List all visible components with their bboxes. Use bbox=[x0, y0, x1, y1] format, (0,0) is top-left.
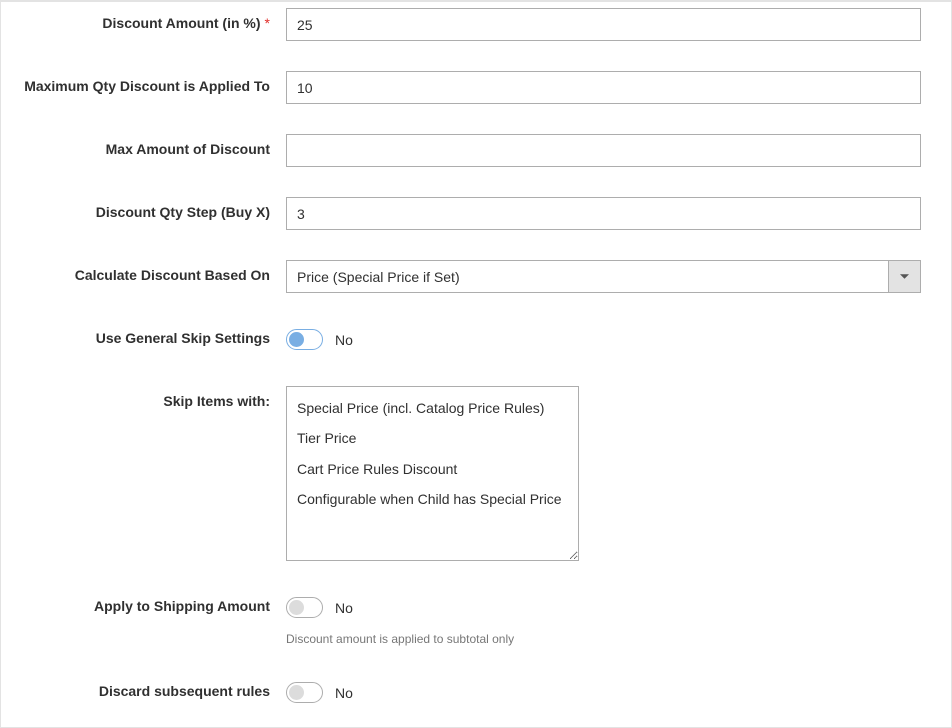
row-apply-shipping: Apply to Shipping Amount No Discount amo… bbox=[1, 591, 921, 646]
option-skip-item[interactable]: Tier Price bbox=[287, 423, 578, 453]
option-skip-item[interactable]: Configurable when Child has Special Pric… bbox=[287, 484, 578, 514]
option-skip-item[interactable]: Special Price (incl. Catalog Price Rules… bbox=[287, 393, 578, 423]
toggle-state-apply-shipping: No bbox=[335, 600, 353, 616]
label-skip-items: Skip Items with: bbox=[1, 386, 286, 409]
label-max-qty: Maximum Qty Discount is Applied To bbox=[1, 71, 286, 94]
label-calc-based-on: Calculate Discount Based On bbox=[1, 260, 286, 283]
row-max-qty: Maximum Qty Discount is Applied To bbox=[1, 71, 921, 104]
toggle-discard-subsequent[interactable] bbox=[286, 682, 323, 703]
label-qty-step: Discount Qty Step (Buy X) bbox=[1, 197, 286, 220]
row-skip-items: Skip Items with: Special Price (incl. Ca… bbox=[1, 386, 921, 561]
label-max-amount: Max Amount of Discount bbox=[1, 134, 286, 157]
toggle-use-general-skip[interactable] bbox=[286, 329, 323, 350]
row-use-general-skip: Use General Skip Settings No bbox=[1, 323, 921, 356]
input-discount-amount[interactable] bbox=[286, 8, 921, 41]
row-discard-subsequent: Discard subsequent rules No bbox=[1, 676, 921, 709]
toggle-knob bbox=[289, 685, 304, 700]
select-calc-based-on[interactable] bbox=[286, 260, 921, 293]
label-use-general-skip: Use General Skip Settings bbox=[1, 323, 286, 346]
toggle-apply-shipping[interactable] bbox=[286, 597, 323, 618]
row-max-amount: Max Amount of Discount bbox=[1, 134, 921, 167]
row-qty-step: Discount Qty Step (Buy X) bbox=[1, 197, 921, 230]
toggle-knob bbox=[289, 600, 304, 615]
toggle-state-discard-subsequent: No bbox=[335, 685, 353, 701]
input-qty-step[interactable] bbox=[286, 197, 921, 230]
label-discard-subsequent: Discard subsequent rules bbox=[1, 676, 286, 699]
toggle-state-use-general-skip: No bbox=[335, 332, 353, 348]
multiselect-skip-items[interactable]: Special Price (incl. Catalog Price Rules… bbox=[286, 386, 579, 561]
hint-apply-shipping: Discount amount is applied to subtotal o… bbox=[286, 632, 921, 646]
label-apply-shipping: Apply to Shipping Amount bbox=[1, 591, 286, 614]
price-rule-form: Discount Amount (in %)* Maximum Qty Disc… bbox=[1, 8, 951, 727]
row-discount-amount: Discount Amount (in %)* bbox=[1, 8, 921, 41]
select-calc-based-on-value[interactable] bbox=[286, 260, 921, 293]
input-max-amount[interactable] bbox=[286, 134, 921, 167]
required-mark: * bbox=[265, 15, 270, 31]
option-skip-item[interactable]: Cart Price Rules Discount bbox=[287, 454, 578, 484]
row-calc-based-on: Calculate Discount Based On bbox=[1, 260, 921, 293]
input-max-qty[interactable] bbox=[286, 71, 921, 104]
label-discount-amount: Discount Amount (in %)* bbox=[1, 8, 286, 31]
toggle-knob bbox=[289, 332, 304, 347]
